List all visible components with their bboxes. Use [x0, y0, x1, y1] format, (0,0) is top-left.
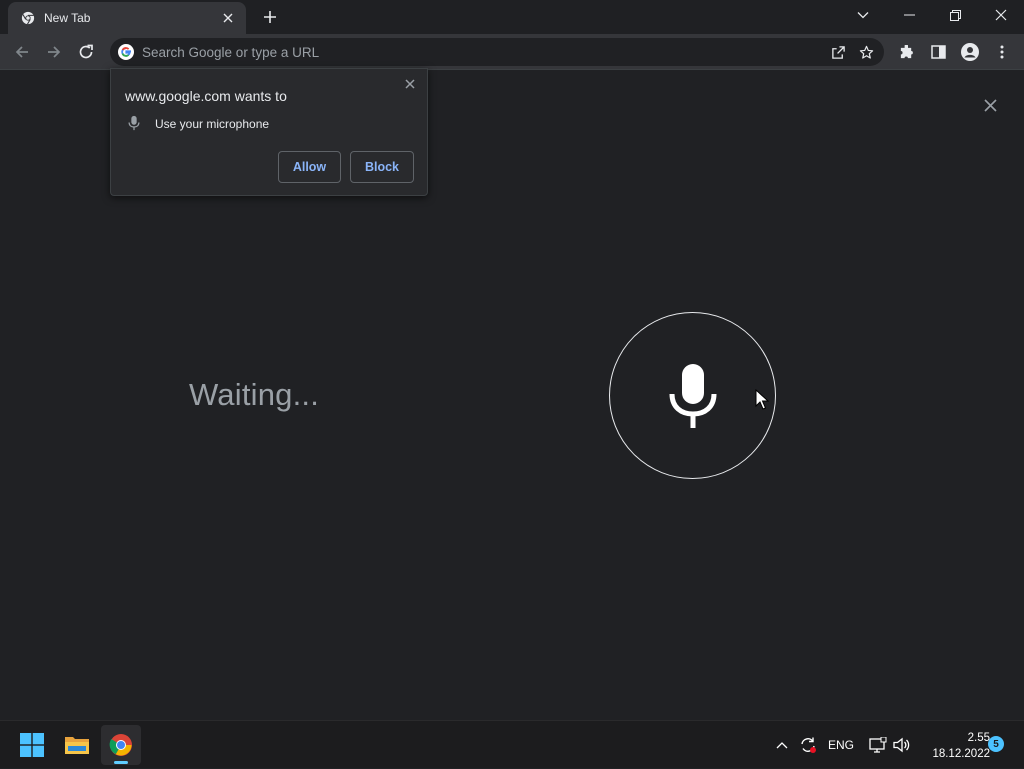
- voice-search-close-button[interactable]: [980, 95, 1000, 115]
- minimize-icon: [903, 14, 915, 16]
- popup-title: www.google.com wants to: [125, 88, 287, 104]
- reload-icon: [79, 44, 93, 59]
- active-app-indicator: [114, 761, 128, 764]
- profile-button[interactable]: [957, 39, 983, 65]
- voice-search-mic-button[interactable]: [609, 312, 776, 479]
- back-button[interactable]: [9, 39, 35, 65]
- side-panel-button[interactable]: [925, 39, 951, 65]
- omnibox[interactable]: [110, 38, 884, 66]
- tab-search-button[interactable]: [840, 0, 886, 30]
- taskbar: ENG 2.55 18.12.2022 5: [0, 720, 1024, 768]
- plus-icon: [264, 11, 276, 23]
- chrome-icon: [20, 10, 36, 26]
- tab-new-tab[interactable]: New Tab: [8, 2, 246, 34]
- star-icon[interactable]: [852, 38, 880, 66]
- side-panel-icon: [930, 45, 946, 59]
- more-vert-icon: [1000, 45, 1004, 59]
- chevron-down-icon: [857, 12, 869, 19]
- file-explorer-button[interactable]: [57, 725, 97, 765]
- restore-icon: [949, 9, 961, 21]
- close-window-button[interactable]: [978, 0, 1024, 30]
- notification-badge[interactable]: 5: [988, 736, 1004, 752]
- language-text: ENG: [827, 738, 854, 752]
- sync-status-button[interactable]: [796, 721, 820, 769]
- network-button[interactable]: [867, 721, 889, 769]
- microphone-icon: [669, 363, 716, 428]
- speaker-icon: [893, 737, 910, 753]
- chrome-taskbar-button[interactable]: [101, 725, 141, 765]
- permission-popup: www.google.com wants to Use your microph…: [110, 68, 428, 196]
- sync-icon: [801, 737, 816, 753]
- voice-status-text: Waiting...: [189, 377, 320, 412]
- permission-text: Use your microphone: [155, 117, 270, 131]
- volume-button[interactable]: [891, 721, 913, 769]
- clock-date: 18.12.2022: [932, 748, 990, 760]
- forward-button[interactable]: [41, 39, 67, 65]
- windows-icon: [20, 733, 44, 757]
- microphone-icon: [128, 115, 140, 131]
- puzzle-icon: [900, 44, 913, 58]
- restore-button[interactable]: [932, 0, 978, 30]
- extensions-button[interactable]: [893, 39, 919, 65]
- clock-time: 2.55: [967, 732, 990, 744]
- close-icon: [995, 9, 1007, 21]
- avatar-icon: [961, 43, 979, 61]
- chevron-up-icon: [776, 742, 788, 749]
- clock[interactable]: 2.55 18.12.2022: [916, 730, 990, 762]
- tab-close-icon[interactable]: [220, 10, 236, 26]
- share-icon[interactable]: [824, 38, 852, 66]
- folder-icon: [65, 737, 89, 754]
- close-icon: [405, 79, 415, 89]
- language-indicator[interactable]: ENG: [826, 721, 856, 769]
- network-icon: [869, 737, 887, 753]
- arrow-right-icon: [48, 46, 61, 58]
- mouse-cursor-icon: [755, 389, 769, 410]
- title-bar: New Tab: [0, 0, 1024, 34]
- close-icon: [983, 98, 997, 112]
- reload-button[interactable]: [73, 39, 99, 65]
- tab-title: New Tab: [44, 11, 91, 25]
- new-tab-button[interactable]: [258, 6, 282, 28]
- minimize-button[interactable]: [886, 0, 932, 30]
- browser-toolbar: [0, 34, 1024, 70]
- show-hidden-icons-button[interactable]: [772, 721, 792, 769]
- chrome-icon: [109, 734, 132, 756]
- block-button[interactable]: Block: [350, 151, 414, 183]
- allow-button[interactable]: Allow: [278, 151, 341, 183]
- start-button[interactable]: [12, 725, 52, 765]
- address-input[interactable]: [142, 44, 824, 60]
- arrow-left-icon: [15, 46, 28, 58]
- menu-button[interactable]: [989, 39, 1015, 65]
- google-icon: [118, 44, 134, 60]
- popup-close-button[interactable]: [401, 75, 419, 93]
